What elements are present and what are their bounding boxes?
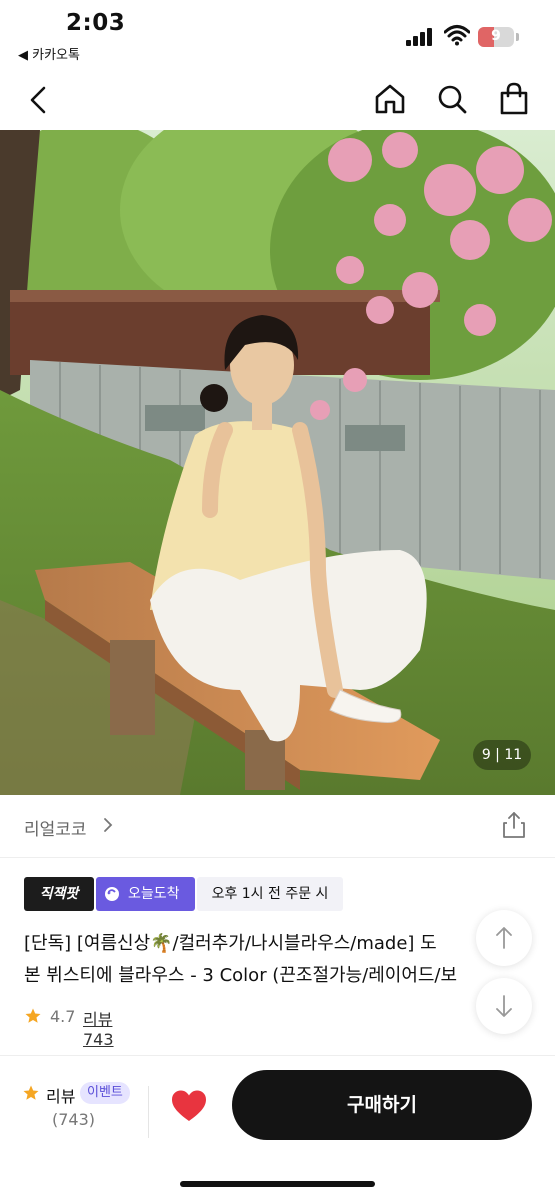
wifi-icon [443, 24, 471, 46]
scroll-to-bottom-button[interactable] [476, 978, 532, 1034]
home-button[interactable] [372, 80, 408, 118]
image-counter: 9 | 11 [473, 740, 531, 770]
search-icon [438, 85, 467, 114]
event-badge: 이벤트 [80, 1082, 130, 1104]
star-icon [23, 1085, 39, 1100]
arrow-up-icon [496, 927, 512, 949]
chevron-right-icon[interactable] [102, 816, 114, 834]
today-delivery-badge: 오늘도착 [96, 877, 195, 911]
share-icon [503, 812, 525, 838]
back-to-app-link[interactable]: ◀ 카카오톡 [18, 44, 80, 63]
review-count: (743) [52, 1110, 96, 1129]
shopping-bag-icon [500, 82, 528, 115]
bottom-action-bar: 리뷰 이벤트 (743) 구매하기 [0, 1055, 555, 1201]
review-count-link[interactable]: 리뷰 743 [83, 1006, 114, 1049]
product-image[interactable]: 9 | 11 [0, 130, 555, 795]
chevron-left-icon [30, 86, 46, 114]
search-button[interactable] [434, 80, 470, 118]
refresh-icon [105, 887, 119, 901]
product-title-line-2: 본 뷔스티에 블라우스 - 3 Color (끈조절가능/레이어드/보 [24, 965, 458, 986]
today-delivery-label: 오늘도착 [128, 886, 180, 902]
cellular-signal-icon [406, 28, 434, 46]
home-icon [375, 84, 405, 114]
product-title: [단독] [여름신상🌴/컬러추가/나시블라우스/made] 도 본 뷔스티에 블… [24, 928, 494, 992]
status-bar: 2:03 ◀ 카카오톡 9 [0, 0, 555, 70]
divider [148, 1086, 149, 1138]
review-label[interactable]: 리뷰 [46, 1083, 75, 1107]
scroll-to-top-button[interactable] [476, 910, 532, 966]
heart-icon [172, 1090, 206, 1121]
star-icon [25, 1008, 41, 1023]
arrow-down-icon [496, 995, 512, 1017]
product-title-line-1: [단독] [여름신상🌴/컬러추가/나시블라우스/made] 도 [24, 933, 437, 954]
battery-icon: 9 [478, 27, 514, 47]
brand-badge: 직잭팟 [24, 877, 94, 911]
status-time: 2:03 [66, 10, 126, 36]
store-name-link[interactable]: 리얼코코 [24, 815, 87, 840]
battery-cap [516, 33, 519, 41]
buy-button[interactable]: 구매하기 [232, 1070, 532, 1140]
order-cutoff-badge: 오후 1시 전 주문 시 [197, 877, 343, 911]
battery-percent: 9 [491, 28, 501, 44]
store-row: 리얼코코 [0, 795, 555, 858]
home-indicator [180, 1181, 375, 1187]
wishlist-button[interactable] [170, 1089, 208, 1123]
back-button[interactable] [24, 80, 56, 120]
rating-value: 4.7 [50, 1007, 76, 1026]
cart-button[interactable] [496, 80, 532, 118]
share-button[interactable] [502, 811, 526, 839]
image-counter-text: 9 | 11 [481, 747, 523, 763]
product-photo-illustration [0, 130, 555, 795]
